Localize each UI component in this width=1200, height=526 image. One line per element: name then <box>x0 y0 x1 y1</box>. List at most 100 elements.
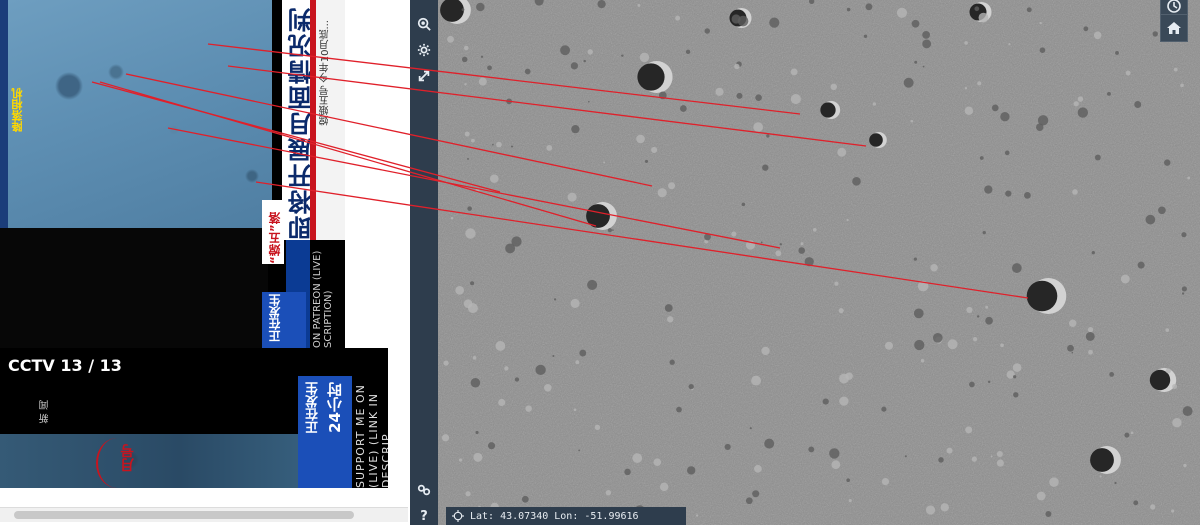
surface-spot <box>1037 115 1049 126</box>
surface-spot <box>1039 21 1042 25</box>
surface-spot <box>1134 101 1142 109</box>
home-icon[interactable] <box>1160 14 1188 42</box>
surface-spot <box>463 45 469 51</box>
surface-spot <box>1011 263 1022 273</box>
surface-spot <box>1026 7 1032 13</box>
link-icon[interactable] <box>414 480 434 500</box>
surface-spot <box>940 503 949 512</box>
support-me-text: SUPPORT ME ON (LIVE) (LINK IN DESCRIP <box>354 384 388 488</box>
lunar-surface[interactable] <box>438 0 1200 525</box>
surface-spot <box>1164 159 1171 166</box>
surface-spot <box>914 339 925 351</box>
surface-spot <box>465 228 476 239</box>
surface-spot <box>731 14 741 24</box>
surface-spot <box>922 30 930 39</box>
surface-spot <box>1072 189 1078 195</box>
lunar-map-viewer[interactable]: Lat: 43.07340 Lon: -51.99616 <box>438 0 1200 525</box>
surface-spot <box>872 102 876 106</box>
surface-spot <box>450 216 454 220</box>
surface-spot <box>808 446 815 453</box>
surface-spot <box>1173 67 1178 72</box>
news-subline: 嫦娥五号 今年10月底... <box>320 20 331 126</box>
surface-spot <box>644 159 649 163</box>
surface-spot <box>996 459 1004 467</box>
surface-spot <box>579 349 587 357</box>
surface-spot <box>1068 319 1077 328</box>
surface-spot <box>1107 91 1111 96</box>
surface-spot <box>575 360 580 365</box>
surface-spot <box>1165 328 1170 332</box>
surface-spot <box>922 65 925 68</box>
gear-icon[interactable] <box>414 40 434 60</box>
surface-spot <box>985 305 989 309</box>
surface-spot <box>487 65 492 71</box>
surface-spot <box>704 28 711 34</box>
surface-spot <box>1045 510 1052 517</box>
live-badge: 正在发生 <box>262 292 306 348</box>
surface-spot <box>455 285 465 295</box>
surface-spot <box>607 228 613 233</box>
surface-spot <box>1114 481 1117 485</box>
surface-spot <box>657 188 667 198</box>
surface-spot <box>1013 392 1019 398</box>
surface-spot <box>751 375 762 386</box>
surface-spot <box>971 456 977 462</box>
surface-spot <box>659 482 669 492</box>
surface-spot <box>1083 26 1089 32</box>
surface-spot <box>570 62 579 70</box>
surface-spot <box>754 464 762 473</box>
surface-spot <box>651 146 658 154</box>
surface-spot <box>834 281 839 286</box>
surface-spot <box>978 12 989 23</box>
surface-spot <box>838 308 844 314</box>
surface-spot <box>798 247 806 254</box>
surface-spot <box>490 174 499 183</box>
surface-spot <box>1181 292 1185 295</box>
horizontal-scrollbar[interactable] <box>0 507 408 522</box>
surface-spot <box>715 87 724 96</box>
surface-spot <box>760 241 763 244</box>
surface-spot <box>910 119 914 123</box>
surface-spot <box>472 356 477 360</box>
surface-spot <box>464 83 467 86</box>
surface-spot <box>812 228 817 232</box>
surface-spot <box>753 122 764 132</box>
surface-spot <box>473 452 483 462</box>
surface-spot <box>914 60 918 64</box>
surface-spot <box>790 68 798 76</box>
surface-spot <box>1171 509 1175 513</box>
surface-spot <box>447 35 454 43</box>
help-icon[interactable]: ? <box>414 506 434 526</box>
surface-spot <box>979 156 984 160</box>
dark-band <box>0 228 268 348</box>
fullscreen-icon[interactable] <box>414 66 434 86</box>
surface-spot <box>667 316 674 323</box>
descent-camera-image <box>4 0 272 228</box>
surface-spot <box>578 449 581 452</box>
surface-spot <box>524 68 531 75</box>
zoom-search-icon[interactable] <box>414 14 434 34</box>
surface-spot <box>441 434 450 442</box>
surface-spot <box>1005 190 1012 197</box>
surface-spot <box>1137 261 1145 269</box>
surface-spot <box>766 134 770 138</box>
cctv-frame: CCTV 13 / 13 新 闻 月号 正在发生 24小时 SUPPORT ME… <box>0 348 388 488</box>
scrollbar-thumb[interactable] <box>14 511 354 519</box>
surface-spot <box>903 77 914 88</box>
broadcast-screenshot-pane: 降落相机 即将开展月面情况判断 规 嫦娥五号 今年10月底... “嫦五”落月 … <box>0 0 410 525</box>
surface-spot <box>639 52 650 63</box>
coordinate-readout: Lat: 43.07340 Lon: -51.99616 <box>446 507 686 525</box>
surface-spot <box>946 447 953 454</box>
lon-label: Lon: <box>554 510 579 522</box>
surface-spot <box>917 280 929 292</box>
surface-spot <box>521 495 529 503</box>
surface-spot <box>704 233 711 241</box>
surface-spot <box>624 468 631 476</box>
surface-spot <box>932 332 943 343</box>
surface-spot <box>461 56 468 63</box>
surface-spot <box>465 491 471 497</box>
surface-spot <box>461 8 465 12</box>
surface-spot <box>637 4 641 7</box>
surface-spot <box>846 7 851 12</box>
surface-spot <box>804 257 814 267</box>
